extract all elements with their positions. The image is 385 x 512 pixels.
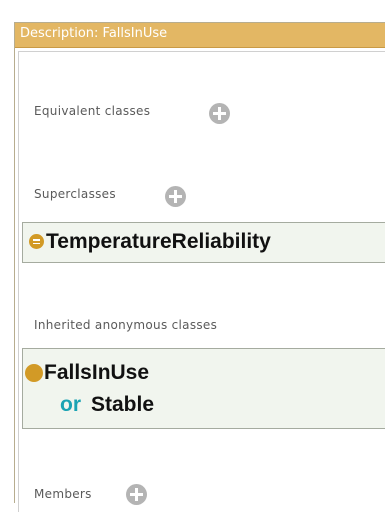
add-equivalent-class-button[interactable] — [209, 103, 230, 124]
superclasses-label: Superclasses — [34, 187, 116, 201]
add-superclass-button[interactable] — [165, 186, 186, 207]
top-strip — [0, 0, 385, 22]
members-label: Members — [34, 487, 92, 501]
or-keyword: or — [60, 393, 81, 416]
equivalent-classes-label: Equivalent classes — [34, 104, 151, 118]
or-operand: Stable — [91, 393, 155, 416]
description-view: Description: FallsInUse Equivalent class… — [14, 22, 385, 512]
inherited-class-row[interactable]: FallsInUse or Stable — [22, 348, 385, 429]
superclass-name: TemperatureReliability — [46, 230, 271, 253]
inherited-class-name: FallsInUse — [44, 361, 150, 384]
equivalent-class-icon — [29, 234, 44, 249]
class-icon — [25, 364, 43, 382]
description-content: Equivalent classes Superclasses Temperat… — [18, 51, 385, 512]
view-header[interactable]: Description: FallsInUse — [15, 23, 385, 48]
superclass-row[interactable]: TemperatureReliability — [22, 222, 385, 263]
view-title: Description: FallsInUse — [20, 26, 168, 41]
inherited-anonymous-classes-label: Inherited anonymous classes — [34, 318, 218, 332]
